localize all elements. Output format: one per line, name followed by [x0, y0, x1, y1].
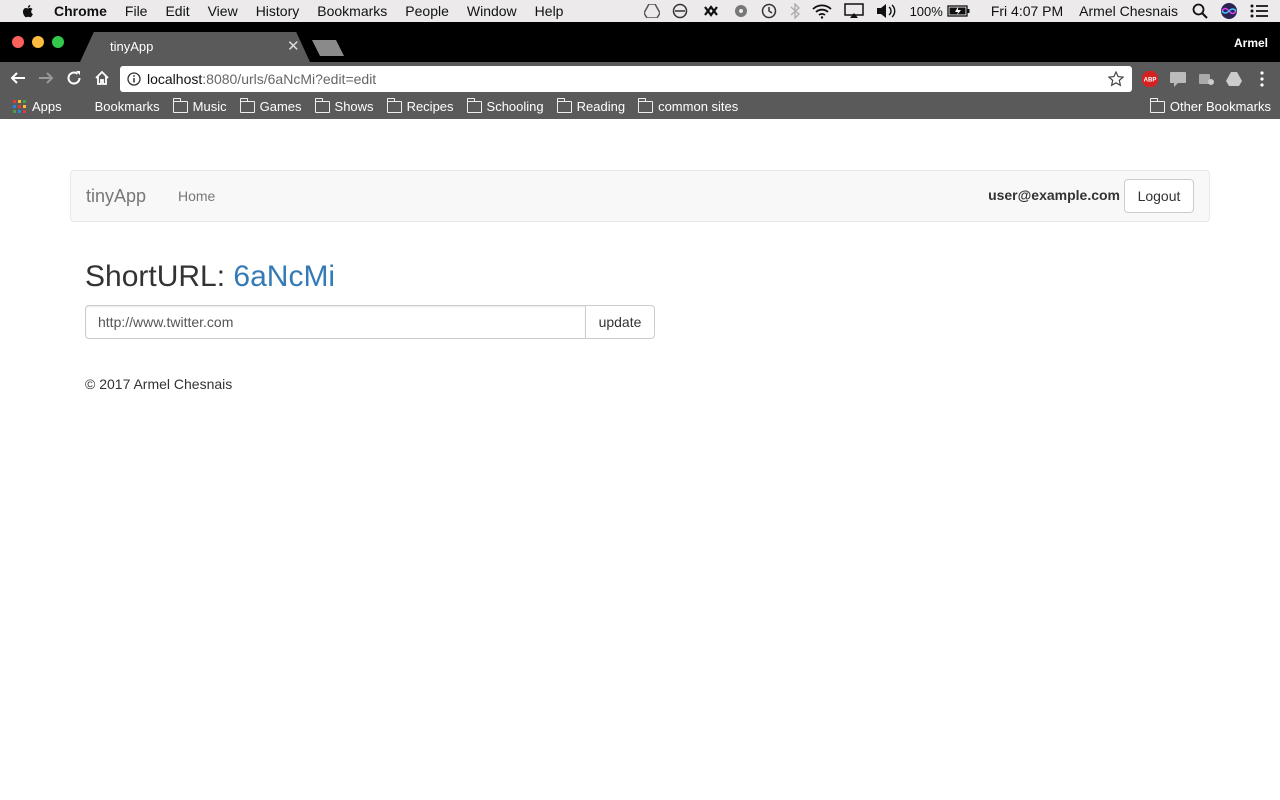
- back-arrow-icon: [10, 72, 25, 84]
- menu-bookmarks[interactable]: Bookmarks: [317, 3, 387, 19]
- reload-icon: [67, 71, 81, 85]
- bookmark-bookmarks-label: Bookmarks: [94, 99, 160, 114]
- user-email: user@example.com: [988, 187, 1120, 203]
- chrome-menu-icon[interactable]: [1253, 70, 1271, 88]
- bookmark-apps-label: Apps: [32, 99, 62, 114]
- logout-button[interactable]: Logout: [1124, 179, 1194, 213]
- address-host: localhost: [147, 71, 203, 87]
- macos-menu-bar: Chrome File Edit View History Bookmarks …: [0, 0, 1280, 22]
- infinity-icon[interactable]: [700, 5, 722, 17]
- battery-percent: 100%: [909, 3, 943, 19]
- home-link[interactable]: Home: [178, 188, 215, 204]
- extension-puzzle-icon[interactable]: [1197, 70, 1215, 88]
- tab-close-icon[interactable]: ✕: [287, 37, 300, 55]
- menu-people[interactable]: People: [405, 3, 449, 19]
- bookmark-folder-label: Games: [259, 99, 302, 114]
- bookmark-folder-label: Schooling: [486, 99, 544, 114]
- bookmark-other-label: Other Bookmarks: [1169, 99, 1271, 114]
- bookmark-folder-common-sites[interactable]: common sites: [638, 97, 739, 114]
- page-title: ShortURL: 6aNcMi: [85, 260, 335, 294]
- folder-icon: [1149, 97, 1165, 113]
- bookmark-folder-label: Reading: [576, 99, 626, 114]
- bookmark-folder-recipes[interactable]: Recipes: [386, 97, 454, 114]
- long-url-input[interactable]: [85, 305, 586, 339]
- bookmark-folder-label: Recipes: [406, 99, 454, 114]
- bookmark-folder-label: Shows: [334, 99, 374, 114]
- maximize-window-button[interactable]: [52, 36, 64, 48]
- folder-icon: [314, 97, 330, 113]
- browser-toolbar: localhost :8080/urls/6aNcMi?edit=edit AB…: [0, 62, 1280, 94]
- forward-arrow-icon: [39, 72, 54, 84]
- new-tab-button[interactable]: [312, 40, 344, 56]
- short-url-code: 6aNcMi: [233, 260, 336, 293]
- bookmark-folder-shows[interactable]: Shows: [314, 97, 374, 114]
- browser-tab-strip: tinyApp ✕ Armel: [0, 22, 1280, 62]
- menu-file[interactable]: File: [125, 3, 148, 19]
- sync-circle-icon[interactable]: [672, 3, 688, 19]
- forward-button[interactable]: [37, 69, 55, 87]
- site-navbar: tinyApp Home user@example.com Logout: [70, 170, 1210, 222]
- bluetooth-icon[interactable]: [790, 3, 800, 19]
- settings-wheel-icon[interactable]: [734, 4, 748, 18]
- bookmark-folder-reading[interactable]: Reading: [556, 97, 626, 114]
- minimize-window-button[interactable]: [32, 36, 44, 48]
- home-button[interactable]: [93, 69, 111, 87]
- time-machine-icon[interactable]: [760, 3, 778, 19]
- menu-edit[interactable]: Edit: [165, 3, 189, 19]
- folder-icon: [239, 97, 255, 113]
- apps-grid-icon: [13, 100, 26, 113]
- footer-copyright: © 2017 Armel Chesnais: [85, 376, 233, 392]
- reload-button[interactable]: [65, 69, 83, 87]
- home-icon: [95, 70, 109, 85]
- brand-link[interactable]: tinyApp: [86, 186, 146, 207]
- address-bar[interactable]: localhost :8080/urls/6aNcMi?edit=edit: [120, 66, 1132, 92]
- siri-icon[interactable]: [1220, 2, 1238, 20]
- info-icon[interactable]: [127, 72, 141, 86]
- close-window-button[interactable]: [12, 36, 24, 48]
- bookmark-folder-label: Music: [192, 99, 227, 114]
- folder-icon: [386, 97, 402, 113]
- extension-speech-icon[interactable]: [1169, 70, 1187, 88]
- bookmarks-bar: Apps Bookmarks Music Games Shows Recipes…: [0, 94, 1280, 119]
- menu-chrome[interactable]: Chrome: [54, 3, 107, 19]
- volume-icon[interactable]: [876, 3, 898, 19]
- bookmark-folder-games[interactable]: Games: [239, 97, 302, 114]
- notification-center-icon[interactable]: [1250, 4, 1268, 18]
- menu-view[interactable]: View: [208, 3, 238, 19]
- wifi-icon[interactable]: [811, 3, 832, 19]
- menu-help[interactable]: Help: [535, 3, 564, 19]
- bookmark-star-icon[interactable]: [1108, 71, 1124, 87]
- bookmark-folder-music[interactable]: Music: [172, 97, 227, 114]
- folder-icon: [466, 97, 482, 113]
- folder-icon: [556, 97, 572, 113]
- bookmark-other-bookmarks[interactable]: Other Bookmarks: [1149, 97, 1271, 114]
- clock[interactable]: Fri 4:07 PM: [991, 3, 1063, 19]
- google-drive-icon[interactable]: [643, 4, 660, 18]
- spotlight-search-icon[interactable]: [1192, 3, 1208, 19]
- adblock-label: ABP: [1144, 78, 1157, 84]
- airplay-icon[interactable]: [843, 3, 864, 19]
- folder-icon: [638, 97, 654, 113]
- apple-icon[interactable]: [20, 3, 36, 19]
- battery-icon[interactable]: [947, 5, 971, 17]
- update-button[interactable]: update: [586, 305, 655, 339]
- folder-icon: [172, 97, 188, 113]
- bookmark-apps[interactable]: Apps: [13, 99, 62, 114]
- bookmark-bookmarks[interactable]: Bookmarks: [95, 99, 160, 114]
- user-name[interactable]: Armel Chesnais: [1079, 3, 1178, 19]
- back-button[interactable]: [9, 69, 27, 87]
- address-path: :8080/urls/6aNcMi?edit=edit: [202, 71, 377, 87]
- adblock-plus-icon[interactable]: ABP: [1141, 70, 1159, 88]
- profile-name[interactable]: Armel: [1234, 36, 1268, 50]
- bookmark-folder-label: common sites: [658, 99, 739, 114]
- google-drive-extension-icon[interactable]: [1225, 70, 1243, 88]
- menu-window[interactable]: Window: [467, 3, 517, 19]
- heading-prefix: ShortURL:: [85, 260, 226, 293]
- tab-title: tinyApp: [110, 39, 154, 54]
- menu-history[interactable]: History: [256, 3, 300, 19]
- bookmark-folder-schooling[interactable]: Schooling: [466, 97, 544, 114]
- edit-url-form: update: [85, 305, 655, 339]
